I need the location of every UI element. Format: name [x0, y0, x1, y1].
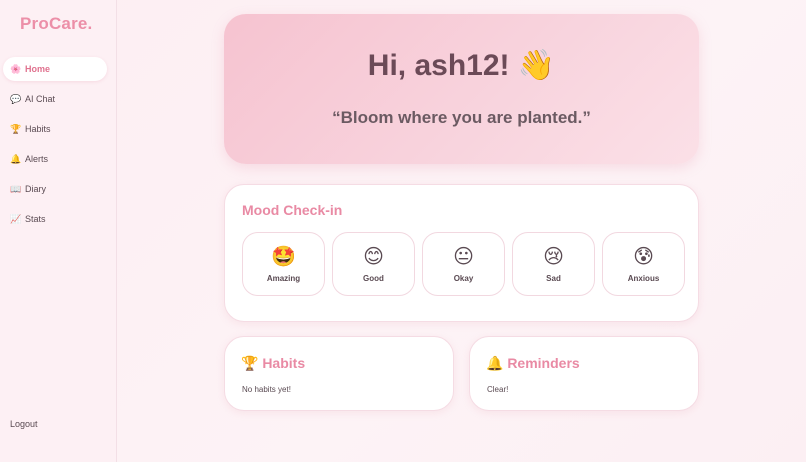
app-root: ProCare. 🌸 Home 💬 AI Chat 🏆 Habits 🔔 Ale… — [0, 0, 806, 462]
mood-option-amazing[interactable]: 🤩 Amazing — [242, 232, 325, 296]
sidebar-item-label: AI Chat — [25, 94, 56, 104]
book-icon: 📖 — [10, 183, 22, 194]
mood-option-okay[interactable]: 😐 Okay — [422, 232, 505, 296]
sidebar-nav: 🌸 Home 💬 AI Chat 🏆 Habits 🔔 Alerts 📖 Dia… — [3, 57, 107, 237]
mood-label: Okay — [453, 273, 474, 283]
mood-option-sad[interactable]: 😢 Sad — [512, 232, 595, 296]
habits-title: 🏆 Habits — [241, 355, 306, 371]
sidebar-item-stats[interactable]: 📈 Stats — [3, 207, 107, 231]
brand-logo: ProCare. — [20, 14, 93, 33]
sidebar-item-alerts[interactable]: 🔔 Alerts — [3, 147, 107, 171]
mood-checkin-card: Mood Check-in 🤩 Amazing 😊 Good 😐 Okay 😢 … — [224, 184, 699, 322]
sidebar-item-label: Alerts — [25, 154, 49, 164]
mood-checkin-title: Mood Check-in — [242, 202, 343, 218]
trophy-icon: 🏆 — [10, 123, 22, 134]
smiling-face-icon: 😊 — [363, 245, 384, 268]
chat-bubble-icon: 💬 — [10, 93, 22, 104]
chart-icon: 📈 — [10, 213, 22, 224]
sidebar-item-diary[interactable]: 📖 Diary — [3, 177, 107, 201]
sidebar-item-ai-chat[interactable]: 💬 AI Chat — [3, 87, 107, 111]
sidebar-item-habits[interactable]: 🏆 Habits — [3, 117, 107, 141]
anxious-face-icon: 😰 — [633, 245, 654, 268]
crying-face-icon: 😢 — [543, 245, 564, 268]
sidebar-item-label: Diary — [25, 184, 47, 194]
mood-label: Anxious — [627, 273, 660, 283]
reminders-card: 🔔 Reminders Clear! — [469, 336, 699, 411]
mood-label: Sad — [546, 273, 561, 283]
sidebar-item-home[interactable]: 🌸 Home — [3, 57, 107, 81]
bell-icon: 🔔 — [10, 153, 22, 164]
greeting-heading: Hi, ash12! 👋 — [367, 49, 556, 82]
neutral-face-icon: 😐 — [453, 245, 474, 268]
mood-option-anxious[interactable]: 😰 Anxious — [602, 232, 685, 296]
sidebar-item-label: Stats — [25, 214, 46, 224]
mood-label: Good — [363, 273, 384, 283]
sidebar: ProCare. 🌸 Home 💬 AI Chat 🏆 Habits 🔔 Ale… — [0, 0, 117, 462]
habits-card: 🏆 Habits No habits yet! — [224, 336, 454, 411]
daily-quote: “Bloom where you are planted.” — [332, 108, 591, 127]
reminders-title: 🔔 Reminders — [486, 355, 580, 371]
mood-option-good[interactable]: 😊 Good — [332, 232, 415, 296]
mood-label: Amazing — [266, 273, 301, 283]
logout-button[interactable]: Logout — [10, 419, 38, 429]
sidebar-item-label: Habits — [25, 124, 51, 134]
reminders-empty-text: Clear! — [487, 385, 509, 394]
mood-options: 🤩 Amazing 😊 Good 😐 Okay 😢 Sad 😰 Anxious — [242, 232, 685, 296]
flower-icon: 🌸 — [10, 63, 22, 74]
habits-empty-text: No habits yet! — [242, 385, 291, 394]
welcome-banner: Hi, ash12! 👋 “Bloom where you are plante… — [224, 14, 699, 164]
star-struck-icon: 🤩 — [271, 245, 296, 268]
sidebar-item-label: Home — [25, 64, 51, 74]
